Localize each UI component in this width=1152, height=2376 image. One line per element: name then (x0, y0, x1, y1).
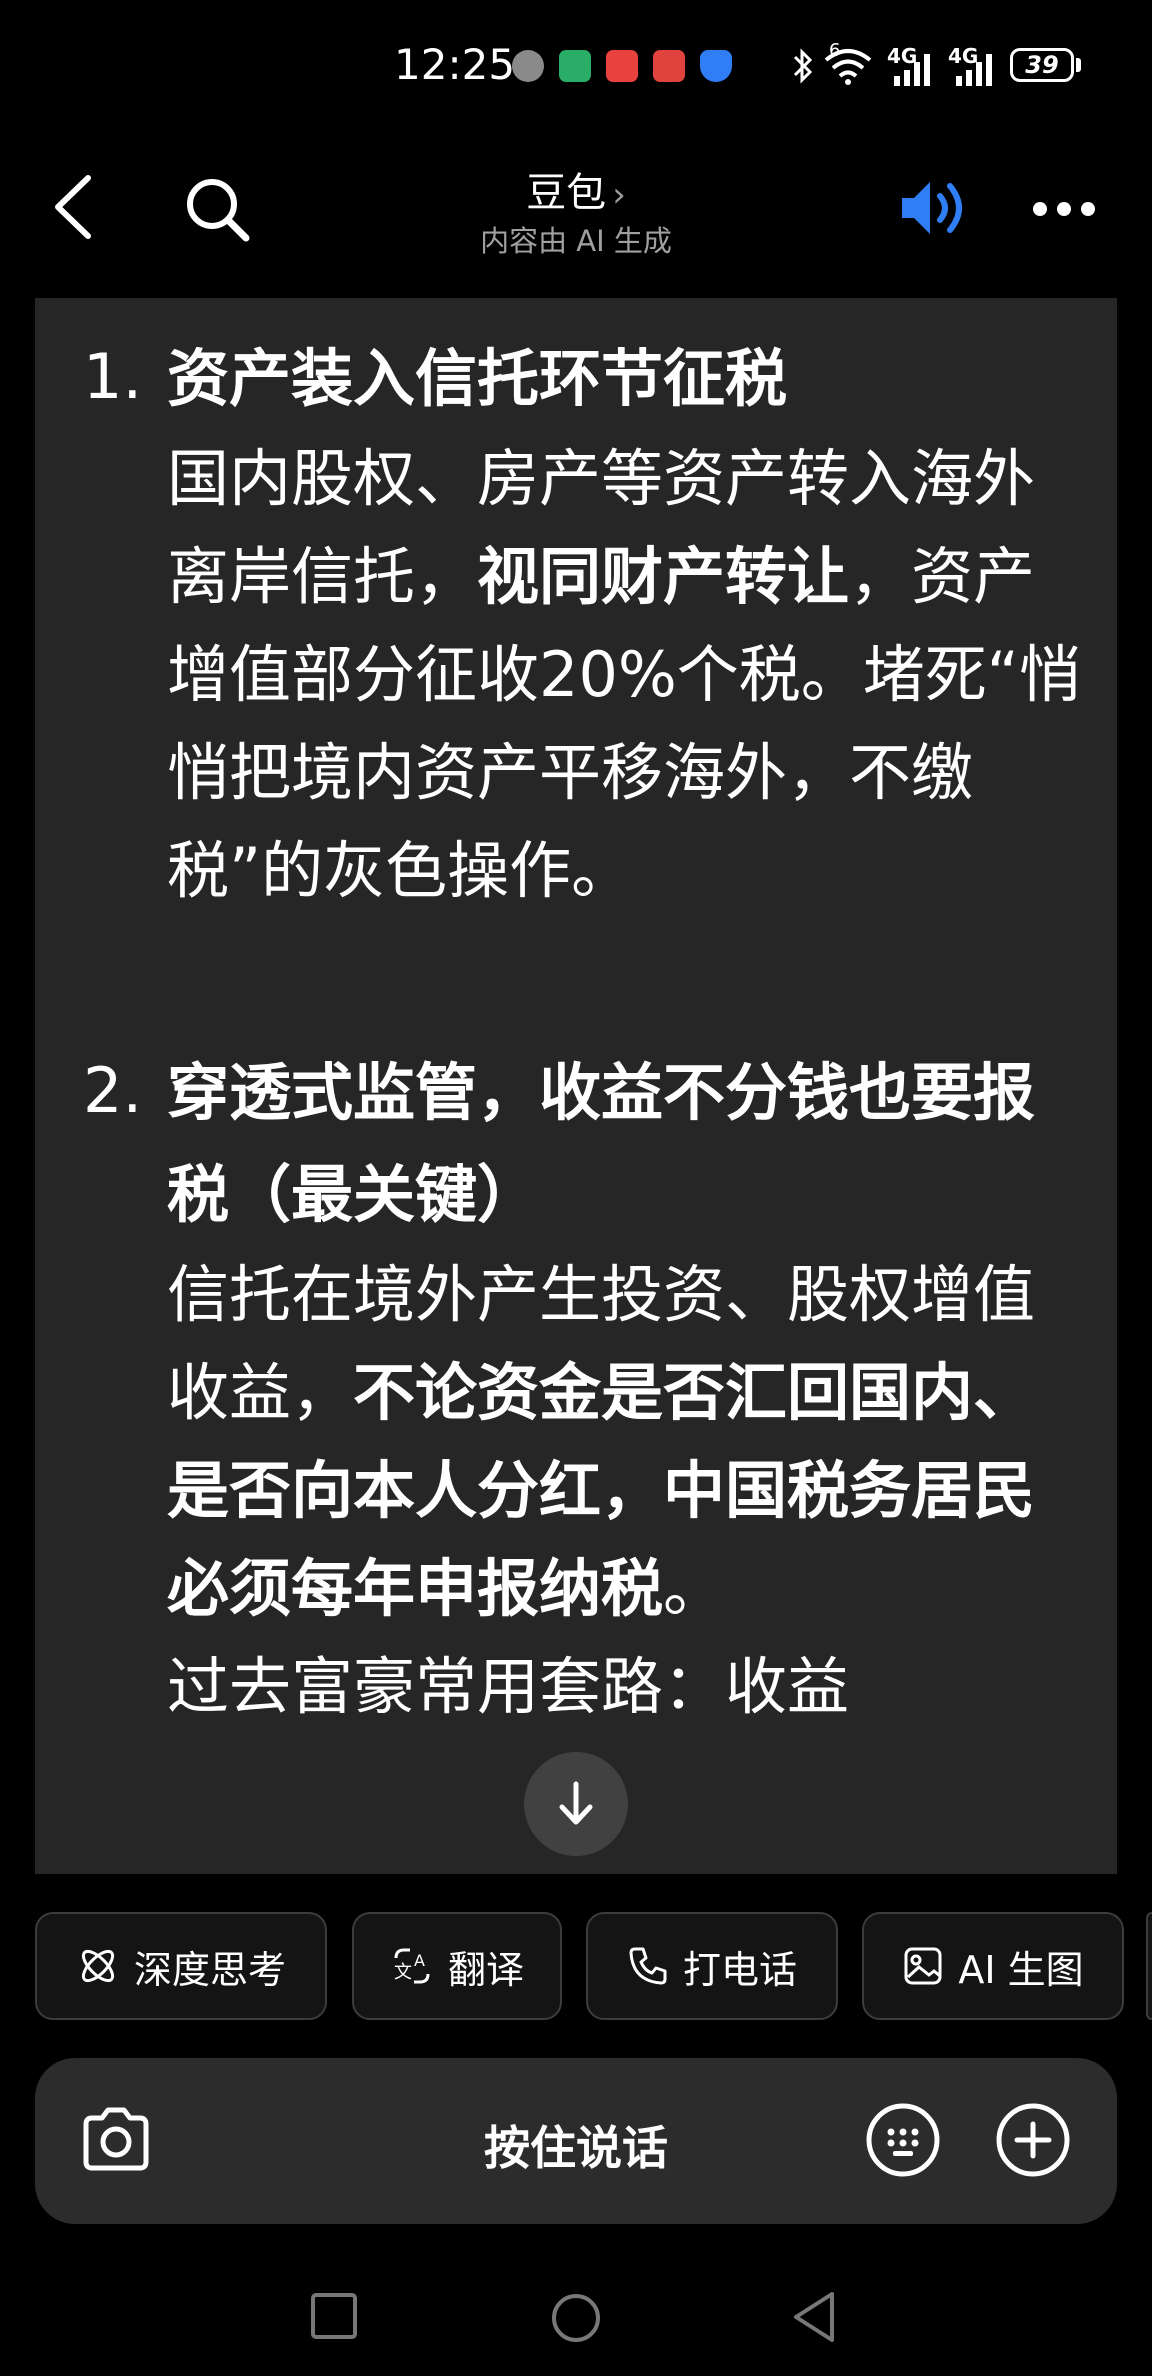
wifi-badge: 6 (829, 40, 841, 61)
battery-indicator: 39 (1010, 48, 1074, 82)
chip-ai-image[interactable]: AI 生图 (862, 1912, 1124, 2020)
home-icon[interactable] (550, 2292, 602, 2344)
battery-level: 39 (1025, 51, 1059, 79)
list-item-text: 。 (663, 1552, 726, 1625)
input-bar: 按住说话 (35, 2058, 1117, 2224)
signal-icon-1 (894, 54, 930, 86)
svg-text:文: 文 (394, 1962, 412, 1983)
chip-phone-call[interactable]: 打电话 (586, 1912, 838, 2020)
hold-to-talk-button[interactable]: 按住说话 (35, 2112, 1117, 2178)
add-icon[interactable] (995, 2102, 1071, 2182)
chip-deep-thinking[interactable]: 深度思考 (35, 1912, 327, 2020)
list-number: 2. (83, 1054, 143, 1127)
atom-icon (81, 1949, 115, 1983)
list-item-body: 资产装入信托环节征税 国内股权、房产等资产转入海外离岸信托，视同财产转让，资产增… (167, 328, 1087, 920)
list-item-heading: 穿透式监管，收益不分钱也要报税（最关键） (167, 1056, 1036, 1231)
list-item-text: 过去富豪常用套路：收益 (167, 1650, 850, 1723)
list-item-body: 穿透式监管，收益不分钱也要报税（最关键） 信托在境外产生投资、股权增值收益，不论… (167, 1042, 1087, 1736)
keyboard-icon[interactable] (865, 2102, 941, 2182)
recent-apps-icon[interactable] (310, 2292, 358, 2340)
avatar-notification-icon (512, 50, 544, 82)
image-icon (904, 1947, 942, 1985)
toutiao-icon (606, 50, 638, 82)
svg-text:A: A (414, 1951, 425, 1970)
back-nav-icon[interactable] (790, 2290, 838, 2344)
battery-tip (1076, 58, 1081, 72)
shield-app-icon (700, 50, 732, 82)
status-bar: 12:25 6 4G 4G 39 (0, 0, 1152, 130)
more-options-icon[interactable] (1032, 200, 1096, 218)
chip-translate[interactable]: 文 A 翻译 (352, 1912, 562, 2020)
chevron-right-icon: › (612, 175, 626, 215)
chip-label: AI 生图 (958, 1947, 1084, 1992)
status-time: 12:25 (394, 40, 516, 89)
chip-overflow-edge (1146, 1912, 1152, 2020)
phone-icon (629, 1947, 667, 1985)
translate-icon: 文 A (394, 1948, 430, 1984)
ai-message-card: 1. 资产装入信托环节征税 国内股权、房产等资产转入海外离岸信托，视同财产转让，… (35, 298, 1117, 1874)
book-app-icon (653, 50, 685, 82)
list-item-heading: 资产装入信托环节征税 (167, 342, 788, 415)
list-number: 1. (83, 340, 143, 413)
arrow-down-icon (559, 1781, 593, 1825)
signal-icon-2 (956, 54, 992, 86)
system-navigation-bar (0, 2250, 1152, 2376)
chip-label: 打电话 (682, 1947, 797, 1992)
wechat-icon (559, 50, 591, 82)
chat-title[interactable]: 豆包 › (0, 160, 1152, 218)
bluetooth-icon (793, 48, 813, 84)
speaker-icon[interactable] (898, 176, 970, 240)
scroll-to-bottom-button[interactable] (524, 1752, 628, 1856)
list-item-emphasis: 视同财产转让 (477, 540, 850, 613)
chip-label: 深度思考 (133, 1947, 286, 1992)
chip-label: 翻译 (447, 1947, 524, 1992)
ai-generated-note: 内容由 AI 生成 (480, 224, 672, 258)
bot-name: 豆包 (526, 170, 607, 216)
